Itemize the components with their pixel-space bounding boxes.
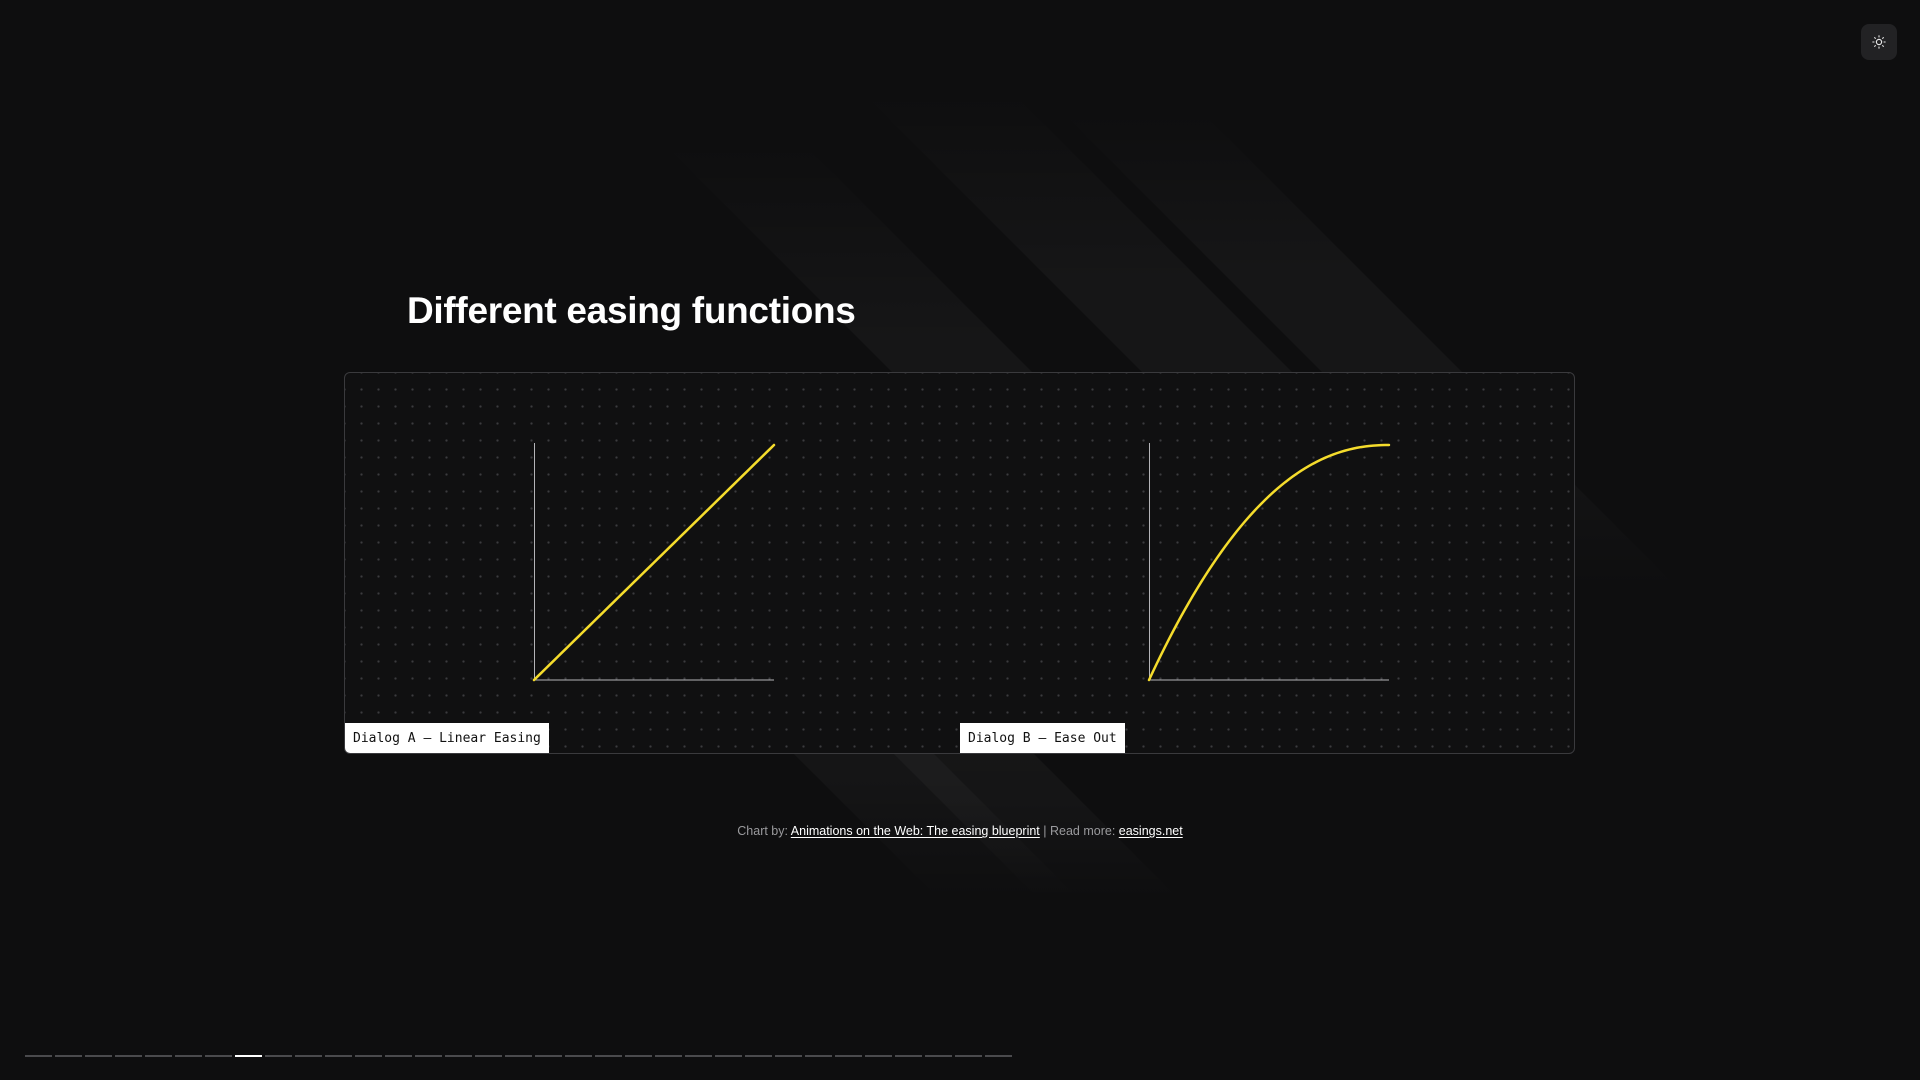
credits-prefix: Chart by:	[737, 824, 788, 838]
progress-segment[interactable]	[55, 1055, 82, 1057]
easing-comparison-panel: Dialog A – Linear Easing Dialog B – Ease…	[344, 372, 1575, 754]
slide-title: Different easing functions	[407, 290, 856, 331]
progress-segment[interactable]	[505, 1055, 532, 1057]
progress-segment[interactable]	[955, 1055, 982, 1057]
chart-credits: Chart by: Animations on the Web: The eas…	[0, 824, 1920, 838]
progress-segment[interactable]	[835, 1055, 862, 1057]
linear-easing-curve	[532, 443, 776, 682]
dialog-b-label: Dialog B – Ease Out	[960, 723, 1125, 753]
ease-out-curve	[1147, 443, 1391, 682]
progress-segment[interactable]	[865, 1055, 892, 1057]
progress-segment[interactable]	[115, 1055, 142, 1057]
credits-separator: | Read more:	[1043, 824, 1116, 838]
easing-blueprint-link[interactable]: Animations on the Web: The easing bluepr…	[791, 824, 1040, 838]
progress-segment[interactable]	[565, 1055, 592, 1057]
progress-segment[interactable]	[145, 1055, 172, 1057]
slide-stage: Different easing functions Dialog A – Li…	[0, 0, 1920, 1080]
progress-segment[interactable]	[85, 1055, 112, 1057]
progress-segment[interactable]	[415, 1055, 442, 1057]
progress-segment[interactable]	[235, 1055, 262, 1057]
progress-segment[interactable]	[445, 1055, 472, 1057]
progress-segment[interactable]	[295, 1055, 322, 1057]
progress-segment[interactable]	[265, 1055, 292, 1057]
linear-easing-graph	[532, 443, 776, 682]
theme-toggle-button[interactable]	[1861, 24, 1897, 60]
progress-segment[interactable]	[895, 1055, 922, 1057]
progress-segment[interactable]	[655, 1055, 682, 1057]
progress-segment[interactable]	[775, 1055, 802, 1057]
progress-segment[interactable]	[325, 1055, 352, 1057]
progress-segment[interactable]	[175, 1055, 202, 1057]
progress-segment[interactable]	[715, 1055, 742, 1057]
sun-icon	[1872, 35, 1886, 49]
easings-net-link[interactable]: easings.net	[1119, 824, 1183, 838]
progress-segment[interactable]	[745, 1055, 772, 1057]
progress-segment[interactable]	[925, 1055, 952, 1057]
slide-progress-bar	[25, 1055, 1012, 1057]
progress-segment[interactable]	[385, 1055, 412, 1057]
progress-segment[interactable]	[625, 1055, 652, 1057]
ease-out-graph	[1147, 443, 1391, 682]
progress-segment[interactable]	[355, 1055, 382, 1057]
progress-segment[interactable]	[475, 1055, 502, 1057]
progress-segment[interactable]	[205, 1055, 232, 1057]
progress-segment[interactable]	[805, 1055, 832, 1057]
progress-segment[interactable]	[535, 1055, 562, 1057]
progress-segment[interactable]	[685, 1055, 712, 1057]
progress-segment[interactable]	[985, 1055, 1012, 1057]
progress-segment[interactable]	[595, 1055, 622, 1057]
dialog-a-label: Dialog A – Linear Easing	[345, 723, 549, 753]
progress-segment[interactable]	[25, 1055, 52, 1057]
